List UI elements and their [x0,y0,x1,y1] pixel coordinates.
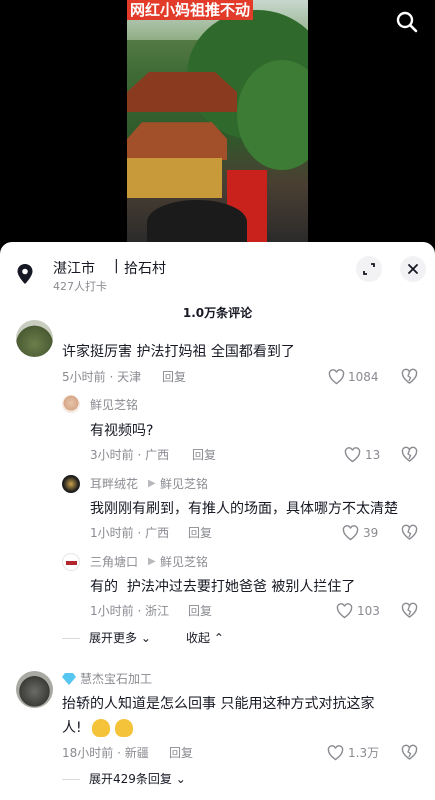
video-title: 网红小妈祖推不动 [127,0,254,20]
reply-meta: 3小时前 · 广西 [90,448,170,462]
like-count: 13 [365,448,381,462]
location-city: 湛江市 [53,261,95,277]
comment-sheet: 湛江市 | 拾石村 427人打卡 1.0万条评论 许家挺厉害 护法打妈祖 全国都… [0,242,435,800]
reply-meta: 1小时前 · 浙江 [90,604,170,618]
collapse-label: 收起 [186,631,211,645]
collapse-button[interactable]: 收起 ⌃ [186,630,224,646]
comment-text: 许家挺厉害 护法打妈祖 全国都看到了 [62,344,295,360]
broken-heart-icon[interactable] [401,524,418,541]
reply-author[interactable]: 鲜见芝铭 [90,397,138,413]
diamond-icon [62,673,76,685]
chevron-down-icon: ⌄ [137,631,151,645]
comment-meta: 18小时前 · 新疆 [62,746,149,760]
divider-dash [62,638,80,639]
thumbs-up-emoji-icon [92,719,110,737]
like-count: 1084 [348,370,379,384]
location-pin-icon [17,264,33,284]
expand-icon [363,263,375,275]
reply-button[interactable]: 回复 [162,369,186,385]
avatar[interactable] [16,320,53,357]
like-count: 39 [363,526,379,540]
comment-author[interactable]: 慧杰宝石加工 [80,671,152,687]
thumbs-up-emoji-icon [115,719,133,737]
video-roof [127,122,227,160]
chevron-up-icon: ⌃ [210,631,224,645]
like-count: 103 [357,604,380,618]
video-palanquin [127,158,222,198]
reply-author[interactable]: 三角塘口 [90,554,138,570]
broken-heart-icon[interactable] [401,744,418,761]
reply-target[interactable]: 鲜见芝铭 [160,476,208,492]
reply-arrow-icon: ▶ [148,478,156,489]
reply-text: 有的 护法冲过去要打她爸爸 被别人拦住了 [90,579,356,595]
reply-arrow-icon: ▶ [148,556,156,567]
avatar[interactable] [62,553,80,571]
expand-more-label: 展开更多 [89,631,138,645]
reply-text: 有视频吗? [90,423,154,439]
close-icon [408,264,418,274]
expand-replies-button[interactable]: 展开429条回复 ⌄ [89,771,186,787]
comment-meta: 5小时前 · 天津 [62,370,142,384]
heart-icon[interactable] [344,447,361,463]
location-separator: | [114,258,119,274]
location-checkins: 427人打卡 [53,280,107,293]
like-count: 1.3万 [348,746,380,760]
video-player[interactable]: 网红小妈祖推不动 [0,0,435,244]
expand-button[interactable] [356,256,382,282]
comment-count: 1.0万条评论 [182,306,253,320]
heart-icon[interactable] [328,369,345,385]
expand-more-button[interactable]: 展开更多 ⌄ [89,630,151,646]
chevron-down-icon: ⌄ [171,772,186,786]
heart-icon[interactable] [327,745,344,761]
comment-text: 人! [62,720,82,736]
reply-button[interactable]: 回复 [188,603,212,619]
comment-text: 抬轿的人知道是怎么回事 只能用这种方式对抗这家 [62,696,375,712]
expand-replies-label: 展开429条回复 [89,772,172,786]
location-village: 拾石村 [124,261,166,277]
video-crowd [147,200,247,244]
reply-meta: 1小时前 · 广西 [90,526,170,540]
reply-button[interactable]: 回复 [192,447,216,463]
broken-heart-icon[interactable] [401,602,418,619]
heart-icon[interactable] [336,603,353,619]
location-bar[interactable]: 湛江市 | 拾石村 427人打卡 [16,256,426,294]
reply-author[interactable]: 耳畔绒花 [90,476,138,492]
divider-dash [62,779,80,780]
search-icon[interactable] [395,10,419,34]
reply-button[interactable]: 回复 [169,745,193,761]
heart-icon[interactable] [342,525,359,541]
avatar[interactable] [16,671,53,708]
close-button[interactable] [400,256,426,282]
avatar[interactable] [62,395,80,413]
broken-heart-icon[interactable] [401,368,418,385]
reply-button[interactable]: 回复 [188,525,212,541]
reply-text: 我刚刚有刷到，有推人的场面，具体哪方不太清楚 [90,501,398,517]
avatar[interactable] [62,475,80,493]
video-frame [127,0,308,244]
broken-heart-icon[interactable] [401,446,418,463]
reply-target[interactable]: 鲜见芝铭 [160,554,208,570]
